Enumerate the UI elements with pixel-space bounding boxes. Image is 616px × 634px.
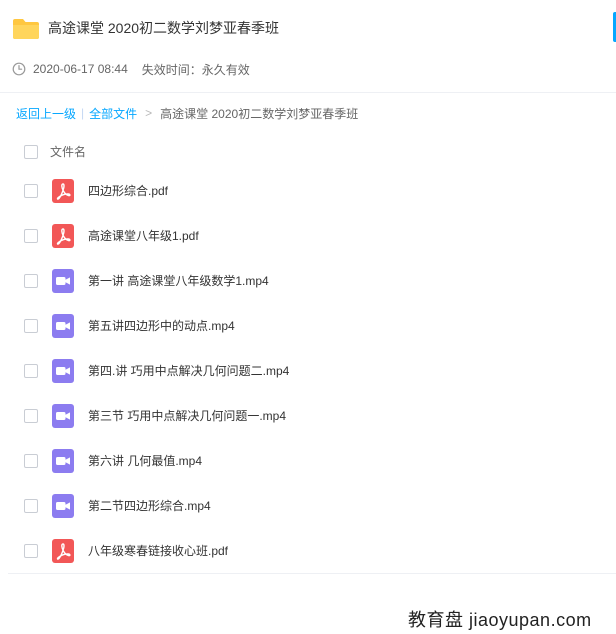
breadcrumb: 返回上一级 | 全部文件 > 高途课堂 2020初二数学刘梦亚春季班 bbox=[16, 104, 358, 122]
file-name[interactable]: 第一讲 高途课堂八年级数学1.mp4 bbox=[88, 272, 269, 290]
file-row[interactable]: 第六讲 几何最值.mp4 bbox=[0, 438, 616, 483]
video-icon bbox=[52, 404, 74, 428]
video-icon bbox=[52, 314, 74, 338]
breadcrumb-current: 高途课堂 2020初二数学刘梦亚春季班 bbox=[160, 106, 359, 121]
file-checkbox[interactable] bbox=[24, 229, 38, 243]
file-checkbox[interactable] bbox=[24, 544, 38, 558]
folder-icon bbox=[13, 19, 39, 39]
share-date: 2020-06-17 08:44 bbox=[33, 62, 128, 76]
file-name[interactable]: 四边形综合.pdf bbox=[88, 182, 168, 200]
file-row[interactable]: 第二节四边形综合.mp4 bbox=[0, 483, 616, 528]
pdf-icon bbox=[52, 539, 74, 563]
share-meta: 2020-06-17 08:44 失效时间：永久有效 bbox=[12, 60, 250, 78]
file-row[interactable]: 第五讲四边形中的动点.mp4 bbox=[0, 303, 616, 348]
breadcrumb-divider: | bbox=[81, 106, 85, 120]
file-row[interactable]: 第一讲 高途课堂八年级数学1.mp4 bbox=[0, 258, 616, 303]
file-row[interactable]: 高途课堂八年级1.pdf bbox=[0, 213, 616, 258]
breadcrumb-arrow: > bbox=[145, 106, 153, 120]
file-name[interactable]: 第四.讲 巧用中点解决几何问题二.mp4 bbox=[88, 362, 289, 380]
file-checkbox[interactable] bbox=[24, 319, 38, 333]
file-checkbox[interactable] bbox=[24, 409, 38, 423]
column-filename: 文件名 bbox=[50, 145, 87, 159]
file-checkbox[interactable] bbox=[24, 364, 38, 378]
file-checkbox[interactable] bbox=[24, 184, 38, 198]
pdf-icon bbox=[52, 179, 74, 203]
all-files-link[interactable]: 全部文件 bbox=[89, 105, 137, 122]
file-name[interactable]: 第五讲四边形中的动点.mp4 bbox=[88, 317, 235, 335]
share-title: 高途课堂 2020初二数学刘梦亚春季班 bbox=[48, 20, 280, 36]
file-row[interactable]: 第四.讲 巧用中点解决几何问题二.mp4 bbox=[0, 348, 616, 393]
file-name[interactable]: 第二节四边形综合.mp4 bbox=[88, 497, 211, 515]
share-expiry: 失效时间：永久有效 bbox=[141, 62, 250, 77]
select-all-checkbox[interactable] bbox=[24, 145, 38, 159]
file-list-header: 文件名 bbox=[0, 140, 616, 164]
back-link[interactable]: 返回上一级 bbox=[16, 105, 76, 122]
video-icon bbox=[52, 494, 74, 518]
file-row[interactable]: 八年级寒春链接收心班.pdf bbox=[0, 528, 616, 573]
file-name[interactable]: 高途课堂八年级1.pdf bbox=[88, 227, 199, 245]
file-name[interactable]: 第三节 巧用中点解决几何问题一.mp4 bbox=[88, 407, 286, 425]
file-checkbox[interactable] bbox=[24, 499, 38, 513]
video-icon bbox=[52, 359, 74, 383]
clock-icon bbox=[12, 62, 26, 76]
share-header: 高途课堂 2020初二数学刘梦亚春季班 2020-06-17 08:44 失效时… bbox=[0, 0, 616, 93]
video-icon bbox=[52, 269, 74, 293]
file-name[interactable]: 第六讲 几何最值.mp4 bbox=[88, 452, 202, 470]
video-icon bbox=[52, 449, 74, 473]
list-bottom-divider bbox=[8, 573, 616, 574]
file-checkbox[interactable] bbox=[24, 454, 38, 468]
file-row[interactable]: 第三节 巧用中点解决几何问题一.mp4 bbox=[0, 393, 616, 438]
file-row[interactable]: 四边形综合.pdf bbox=[0, 168, 616, 213]
file-checkbox[interactable] bbox=[24, 274, 38, 288]
file-list: 四边形综合.pdf 高途课堂八年级1.pdf 第一讲 高途课堂八年级数学1.mp… bbox=[0, 168, 616, 573]
watermark-text: 教育盘 jiaoyupan.com bbox=[408, 610, 592, 630]
pdf-icon bbox=[52, 224, 74, 248]
file-name[interactable]: 八年级寒春链接收心班.pdf bbox=[88, 542, 228, 560]
